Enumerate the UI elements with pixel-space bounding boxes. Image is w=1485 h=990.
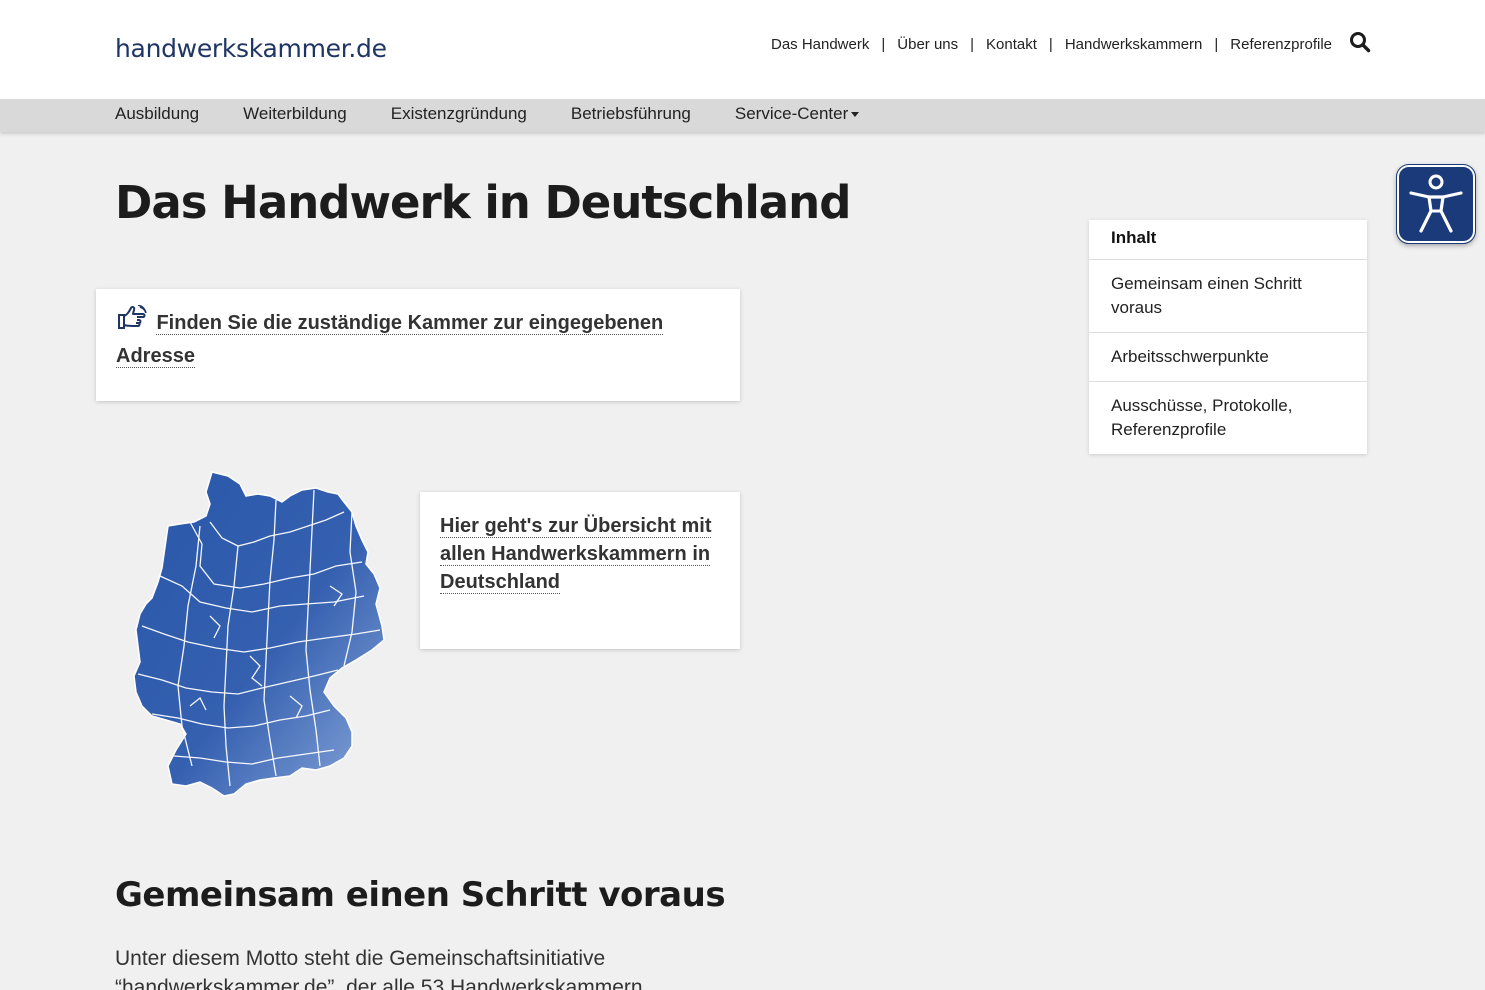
overview-card: Hier geht's zur Übersicht mit allen Hand… [420, 492, 740, 649]
main-navigation: Ausbildung Weiterbildung Existenzgründun… [0, 99, 1485, 132]
separator: | [1048, 36, 1053, 53]
top-link-kontakt[interactable]: Kontakt [986, 36, 1037, 53]
germany-map[interactable] [130, 466, 392, 811]
kammer-finder-card: Finden Sie die zuständige Kammer zur ein… [96, 289, 740, 401]
top-header: handwerkskammer.de Das Handwerk | Über u… [0, 0, 1485, 99]
toc-item-ausschuesse[interactable]: Ausschüsse, Protokolle, Referenzprofile [1089, 382, 1367, 454]
section-paragraph: Unter diesem Motto steht die Gemeinschaf… [115, 947, 643, 990]
overview-link[interactable]: Hier geht's zur Übersicht mit allen Hand… [440, 515, 712, 594]
accessibility-button[interactable] [1396, 164, 1476, 244]
nav-label: Weiterbildung [243, 104, 347, 123]
separator: | [1214, 36, 1219, 53]
toc-item-arbeitsschwerpunkte[interactable]: Arbeitsschwerpunkte [1089, 333, 1367, 382]
nav-item-service-center[interactable]: Service-Center [734, 104, 860, 124]
nav-item-ausbildung[interactable]: Ausbildung [115, 104, 199, 124]
nav-item-weiterbildung[interactable]: Weiterbildung [243, 104, 347, 124]
nav-label: Service-Center [734, 104, 849, 123]
toc-item-gemeinsam[interactable]: Gemeinsam einen Schritt voraus [1089, 260, 1367, 333]
separator: | [970, 36, 975, 53]
search-icon[interactable] [1348, 30, 1372, 54]
nav-label: Ausbildung [115, 104, 200, 123]
pointing-hand-icon [118, 305, 147, 329]
top-navigation: Das Handwerk | Über uns | Kontakt | Hand… [771, 36, 1332, 53]
accessibility-person-icon [1409, 174, 1463, 233]
section-heading: Gemeinsam einen Schritt voraus [115, 875, 726, 915]
top-link-handwerkskammern[interactable]: Handwerkskammern [1065, 36, 1203, 53]
table-of-contents: Inhalt Gemeinsam einen Schritt voraus Ar… [1089, 220, 1367, 454]
top-link-ueber-uns[interactable]: Über uns [897, 36, 958, 53]
top-link-das-handwerk[interactable]: Das Handwerk [771, 36, 869, 53]
page-title: Das Handwerk in Deutschland [115, 176, 851, 229]
nav-label: Betriebsführung [570, 104, 691, 123]
caret-down-icon [851, 111, 860, 117]
nav-item-existenzgruendung[interactable]: Existenzgründung [391, 104, 527, 124]
site-logo[interactable]: handwerkskammer.de [115, 34, 387, 63]
top-link-referenzprofile[interactable]: Referenzprofile [1230, 36, 1332, 53]
nav-item-betriebsfuehrung[interactable]: Betriebsführung [571, 104, 691, 124]
toc-heading: Inhalt [1089, 220, 1367, 260]
nav-label: Existenzgründung [390, 104, 527, 123]
separator: | [881, 36, 886, 53]
kammer-finder-link[interactable]: Finden Sie die zuständige Kammer zur ein… [116, 312, 664, 368]
